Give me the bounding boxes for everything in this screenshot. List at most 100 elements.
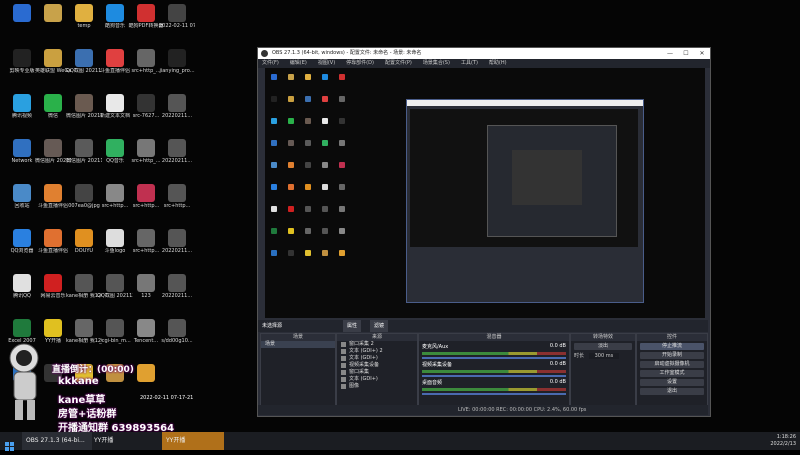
menu-item[interactable]: 帮助(H) xyxy=(489,59,507,68)
taskbar-obs[interactable]: OBS 27.1.3 (64-bi... xyxy=(22,432,92,450)
system-clock[interactable]: 1:18:26 2022/2/13 xyxy=(770,434,796,448)
app-icon xyxy=(137,229,155,247)
menu-item[interactable]: 文件(F) xyxy=(262,59,279,68)
app-icon xyxy=(44,49,62,67)
overlay-fans-group: 房管+话粉群 xyxy=(58,409,117,420)
transitions-title: 转场特效 xyxy=(571,334,635,341)
source-item[interactable]: 视频采集设备 xyxy=(337,362,417,369)
no-source-label: 未选择源 xyxy=(262,323,283,329)
windows-start-icon[interactable] xyxy=(5,436,14,451)
desktop-icon[interactable]: jianying_pro... xyxy=(159,49,195,74)
app-icon xyxy=(75,49,93,67)
clock-time: 1:18:26 xyxy=(776,434,796,440)
maximize-icon[interactable]: ☐ xyxy=(678,48,694,59)
preview-icon xyxy=(305,118,311,124)
control-button[interactable]: 启动虚拟摄像机 xyxy=(640,361,704,368)
desktop-icon[interactable]: 20220211... xyxy=(159,274,195,299)
source-item[interactable]: 窗口采集 2 xyxy=(337,341,417,348)
source-type-icon xyxy=(341,349,346,354)
source-item[interactable]: 图像 xyxy=(337,383,417,390)
menu-item[interactable]: 停靠部件(D) xyxy=(346,59,374,68)
app-icon xyxy=(106,274,124,292)
overlay-date: 2022-02-11 07-17-21 xyxy=(140,395,194,401)
nested-obs-capture-3 xyxy=(512,150,582,205)
desktop-icon[interactable]: 20220211... xyxy=(159,229,195,254)
duration-input[interactable]: 300 ms xyxy=(588,353,620,359)
preview-icon xyxy=(322,74,328,80)
properties-button[interactable]: 属性 xyxy=(343,320,362,332)
desktop-icon[interactable]: src+http... xyxy=(159,184,195,209)
preview-icon xyxy=(271,250,277,256)
preview-icon xyxy=(322,184,328,190)
preview-icon xyxy=(322,228,328,234)
scene-toolbar: 未选择源 属性 滤镜 xyxy=(258,320,708,332)
obs-menubar: 文件(F) 编辑(E) 视图(V) 停靠部件(D) 配置文件(P) 场景集合(S) 工具(T… xyxy=(258,59,710,68)
app-icon xyxy=(137,319,155,337)
scenes-dock: 场景 场景 xyxy=(260,333,336,407)
desktop-icon[interactable]: 2022-02-11 07-18-36 xyxy=(159,4,195,29)
desktop-icon[interactable]: 20220211... xyxy=(159,94,195,119)
menu-item[interactable]: 场景集合(S) xyxy=(423,59,450,68)
obs-statusbar: LIVE: 00:00:00 REC: 00:00:00 CPU: 2.4%, … xyxy=(258,405,708,415)
source-item[interactable]: 文本 (GDI+) 2 xyxy=(337,348,417,355)
app-icon xyxy=(75,94,93,112)
source-item[interactable]: 文本 (GDI+) xyxy=(337,376,417,383)
volume-slider[interactable] xyxy=(422,393,566,395)
menu-item[interactable]: 编辑(E) xyxy=(290,59,307,68)
transitions-dock: 转场特效 淡出 时长 300 ms xyxy=(570,333,636,407)
taskbar-yy[interactable]: YY开播 xyxy=(90,432,164,450)
preview-icon xyxy=(288,118,294,124)
desktop-icon-label: jianying_pro... xyxy=(159,68,195,74)
minimize-icon[interactable]: — xyxy=(662,48,678,59)
app-icon xyxy=(44,94,62,112)
desktop-icon-label: src+http... xyxy=(163,203,191,209)
volume-slider[interactable] xyxy=(422,357,566,359)
overlay-countdown: 直播倒计：(00:00) xyxy=(52,365,134,375)
desktop-icon[interactable]: 20220211... xyxy=(159,139,195,164)
app-icon xyxy=(13,139,31,157)
preview-icon xyxy=(305,74,311,80)
control-button[interactable]: 工作室模式 xyxy=(640,370,704,377)
scene-item[interactable]: 场景 xyxy=(261,341,335,348)
clock-date: 2022/2/13 xyxy=(770,441,796,447)
desktop-icon-label: 20220211... xyxy=(161,293,193,299)
desktop-icon-label: 20220211... xyxy=(161,113,193,119)
filters-button[interactable]: 滤镜 xyxy=(370,320,389,332)
control-button[interactable]: 开始录制 xyxy=(640,352,704,359)
app-icon xyxy=(168,274,186,292)
preview-icon xyxy=(305,228,311,234)
menu-item[interactable]: 配置文件(P) xyxy=(385,59,412,68)
app-icon xyxy=(75,4,93,22)
volume-meter xyxy=(422,388,566,391)
source-item[interactable]: 窗口采集 xyxy=(337,369,417,376)
app-icon xyxy=(137,139,155,157)
app-icon xyxy=(106,184,124,202)
preview-icon xyxy=(339,250,345,256)
preview-icon xyxy=(305,96,311,102)
obs-titlebar[interactable]: OBS 27.1.3 (64-bit, windows) - 配置文件: 未命名… xyxy=(258,48,710,59)
desktop-icon[interactable]: s/dd00g10... xyxy=(159,319,195,344)
preview-icon xyxy=(339,140,345,146)
preview-icon xyxy=(288,250,294,256)
app-icon xyxy=(75,319,93,337)
app-icon xyxy=(137,4,155,22)
control-button[interactable]: 退出 xyxy=(640,388,704,395)
app-icon xyxy=(168,184,186,202)
app-icon xyxy=(106,319,124,337)
preview-icon xyxy=(339,118,345,124)
control-button[interactable]: 设置 xyxy=(640,379,704,386)
close-icon[interactable]: ✕ xyxy=(694,48,710,59)
menu-item[interactable]: 工具(T) xyxy=(461,59,478,68)
menu-item[interactable]: 视图(V) xyxy=(318,59,335,68)
source-item[interactable]: 文本 (GDI+) xyxy=(337,355,417,362)
overlay-name2: kane草草 xyxy=(58,395,106,406)
app-icon xyxy=(13,274,31,292)
control-button[interactable]: 停止推流 xyxy=(640,343,704,350)
volume-slider[interactable] xyxy=(422,375,566,377)
preview-icon xyxy=(339,184,345,190)
taskbar-yy-live[interactable]: YY开播 xyxy=(162,432,224,450)
preview-icon xyxy=(271,184,277,190)
app-icon xyxy=(137,94,155,112)
app-icon xyxy=(13,319,31,337)
transition-select[interactable]: 淡出 xyxy=(574,343,632,350)
